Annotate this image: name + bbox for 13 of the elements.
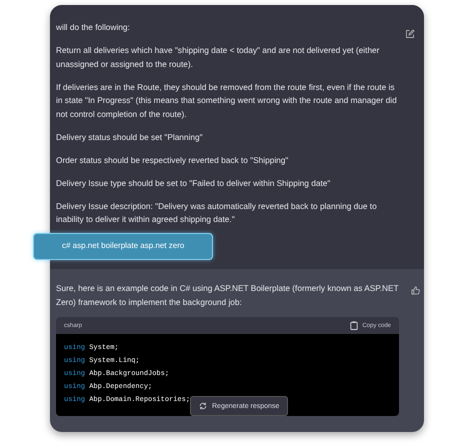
response-text: Sure, here is an example code in C# using ASP.NET Boilerplate (formerly known as ASP.NET Zero) framework to implement the background job: <box>56 282 400 309</box>
message-paragraph: will do the following: <box>56 21 131 34</box>
edit-icon[interactable] <box>405 29 415 39</box>
message-paragraph: If deliveries are in the Route, they should be removed from the route first, even if the route is in state "In Progress" (this means that something went wrong with the route and manager did not control completion of the route). <box>56 80 398 121</box>
message-paragraph: Delivery Issue description: "Delivery was automatically reverted back to planning due to inability to deliver it within agreed shipping date." <box>56 200 378 226</box>
message-paragraph: Order status should be respectively reverted back to "Shipping" <box>56 154 290 167</box>
refresh-icon <box>199 402 207 410</box>
message-paragraph: Return all deliveries which have "shipping date < today" and are not delivered yet (either unassigned or assigned to the route). <box>56 44 380 71</box>
message-paragraph: Delivery status should be set "Planning" <box>56 130 204 144</box>
highlighted-prompt: c# asp.net boilerplate asp.net zero <box>33 233 213 260</box>
clipboard-icon <box>350 321 358 330</box>
thumbs-up-icon[interactable] <box>411 286 420 295</box>
message-paragraph: Delivery Issue type should be set to "Failed to deliver within Shipping date" <box>56 176 332 190</box>
